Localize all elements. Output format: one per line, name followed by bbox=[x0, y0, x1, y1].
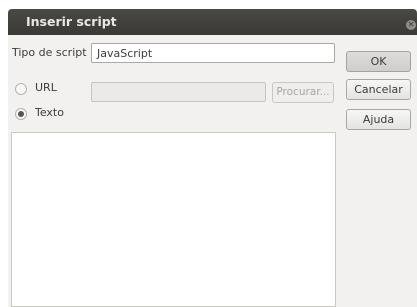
url-label: URL bbox=[35, 81, 57, 94]
insert-script-dialog: Inserir script ✕ Tipo de script JavaScri… bbox=[8, 9, 417, 307]
cancel-button[interactable]: Cancelar bbox=[346, 79, 411, 100]
script-type-field[interactable]: JavaScript bbox=[91, 43, 335, 63]
script-text-editor[interactable] bbox=[11, 132, 336, 307]
title-bar[interactable]: Inserir script bbox=[8, 9, 417, 35]
url-radio[interactable] bbox=[15, 83, 27, 95]
close-icon[interactable]: ✕ bbox=[406, 20, 416, 30]
help-button[interactable]: Ajuda bbox=[346, 109, 411, 130]
ok-button[interactable]: OK bbox=[346, 51, 411, 72]
url-field[interactable] bbox=[91, 82, 266, 102]
text-label: Texto bbox=[35, 106, 64, 119]
browse-button[interactable]: Procurar... bbox=[272, 82, 334, 103]
dialog-title: Inserir script bbox=[26, 14, 117, 29]
text-radio[interactable] bbox=[15, 108, 27, 120]
script-type-label: Tipo de script bbox=[12, 46, 87, 59]
